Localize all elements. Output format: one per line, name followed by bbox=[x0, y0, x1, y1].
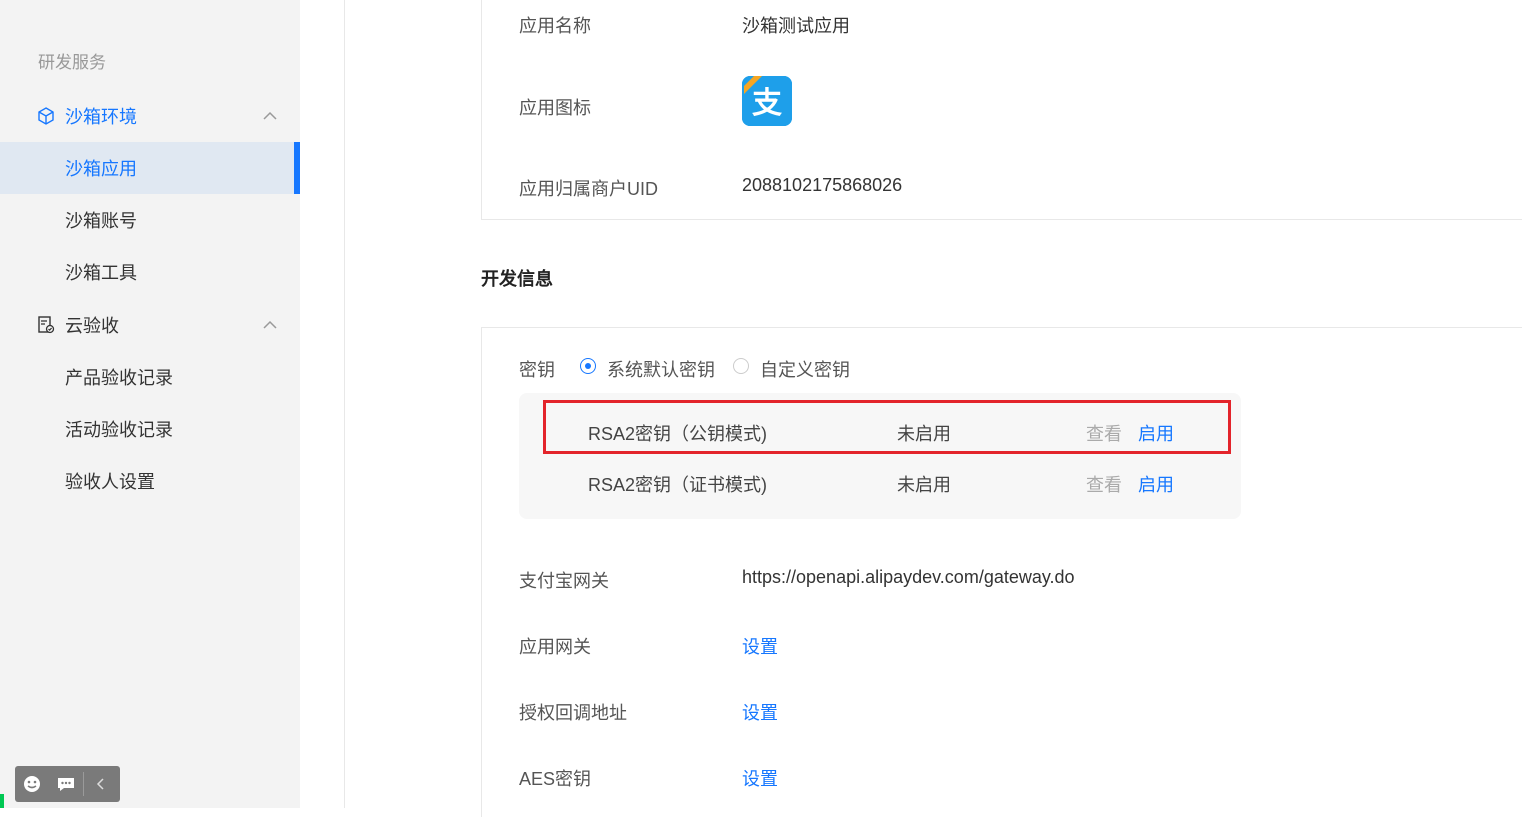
app-name-value: 沙箱测试应用 bbox=[742, 16, 850, 36]
aes-key-label: AES密钥 bbox=[519, 769, 592, 789]
sidebar-item-sandbox-account[interactable]: 沙箱账号 bbox=[0, 194, 300, 246]
dev-info-title: 开发信息 bbox=[481, 269, 553, 289]
sidebar-item-acceptor-settings[interactable]: 验收人设置 bbox=[0, 455, 300, 507]
smiley-icon[interactable] bbox=[15, 766, 49, 802]
sidebar-item-label: 验收人设置 bbox=[65, 472, 155, 492]
view-key-link[interactable]: 查看 bbox=[1086, 471, 1122, 497]
feedback-widget bbox=[15, 766, 120, 802]
sidebar-section-title: 研发服务 bbox=[38, 53, 106, 72]
enable-key-link[interactable]: 启用 bbox=[1138, 471, 1174, 497]
auth-callback-set-link[interactable]: 设置 bbox=[742, 699, 778, 725]
key-row-name: RSA2密钥（公钥模式) bbox=[588, 424, 768, 444]
sidebar-item-sandbox-app[interactable]: 沙箱应用 bbox=[0, 142, 300, 194]
radio-default-key-label[interactable]: 系统默认密钥 bbox=[607, 356, 715, 382]
merchant-uid-value: 2088102175868026 bbox=[742, 175, 903, 195]
cube-icon bbox=[38, 107, 54, 125]
sidebar-item-label: 活动验收记录 bbox=[65, 420, 173, 440]
key-row-status: 未启用 bbox=[897, 475, 951, 495]
status-indicator bbox=[0, 794, 4, 808]
sidebar-item-activity-acceptance[interactable]: 活动验收记录 bbox=[0, 403, 300, 455]
sidebar-item-label: 沙箱应用 bbox=[65, 159, 137, 179]
app-icon-label: 应用图标 bbox=[519, 98, 591, 118]
sidebar-item-label: 沙箱工具 bbox=[65, 263, 137, 283]
chevron-left-icon[interactable] bbox=[84, 766, 118, 802]
app-gateway-label: 应用网关 bbox=[519, 637, 591, 657]
sidebar-group-cloud-acceptance[interactable]: 云验收 bbox=[0, 299, 300, 351]
app-gateway-set-link[interactable]: 设置 bbox=[742, 633, 778, 659]
sidebar-group-sandbox[interactable]: 沙箱环境 bbox=[0, 90, 300, 142]
app-name-label: 应用名称 bbox=[519, 16, 591, 36]
radio-custom-key-label[interactable]: 自定义密钥 bbox=[760, 356, 850, 382]
sidebar-item-label: 沙箱账号 bbox=[65, 211, 137, 231]
chevron-up-icon[interactable] bbox=[262, 110, 278, 122]
content-divider bbox=[344, 0, 345, 808]
auth-callback-label: 授权回调地址 bbox=[519, 703, 627, 723]
sidebar-item-sandbox-tools[interactable]: 沙箱工具 bbox=[0, 246, 300, 298]
sidebar: 研发服务 沙箱环境 沙箱应用 沙箱账号 沙箱工具 云验收 产品验收记录 活动验收… bbox=[0, 0, 300, 808]
enable-key-link[interactable]: 启用 bbox=[1138, 420, 1174, 446]
aes-key-set-link[interactable]: 设置 bbox=[742, 765, 778, 791]
sidebar-item-label: 产品验收记录 bbox=[65, 368, 173, 388]
document-check-icon bbox=[38, 316, 55, 334]
key-row-name: RSA2密钥（证书模式) bbox=[588, 475, 768, 495]
svg-text:支: 支 bbox=[752, 86, 782, 121]
merchant-uid-label: 应用归属商户UID bbox=[519, 179, 658, 199]
chevron-up-icon[interactable] bbox=[262, 319, 278, 331]
sidebar-group-label: 云验收 bbox=[65, 316, 119, 336]
key-label: 密钥 bbox=[519, 360, 555, 380]
gateway-value: https://openapi.alipaydev.com/gateway.do bbox=[742, 567, 1075, 587]
view-key-link[interactable]: 查看 bbox=[1086, 420, 1122, 446]
sidebar-group-label: 沙箱环境 bbox=[65, 107, 137, 127]
gateway-label: 支付宝网关 bbox=[519, 571, 609, 591]
sidebar-item-product-acceptance[interactable]: 产品验收记录 bbox=[0, 351, 300, 403]
radio-default-key[interactable] bbox=[580, 358, 596, 374]
radio-custom-key[interactable] bbox=[733, 358, 749, 374]
key-row-status: 未启用 bbox=[897, 424, 951, 444]
alipay-logo-icon: 支 bbox=[742, 76, 792, 126]
chat-icon[interactable] bbox=[49, 766, 83, 802]
